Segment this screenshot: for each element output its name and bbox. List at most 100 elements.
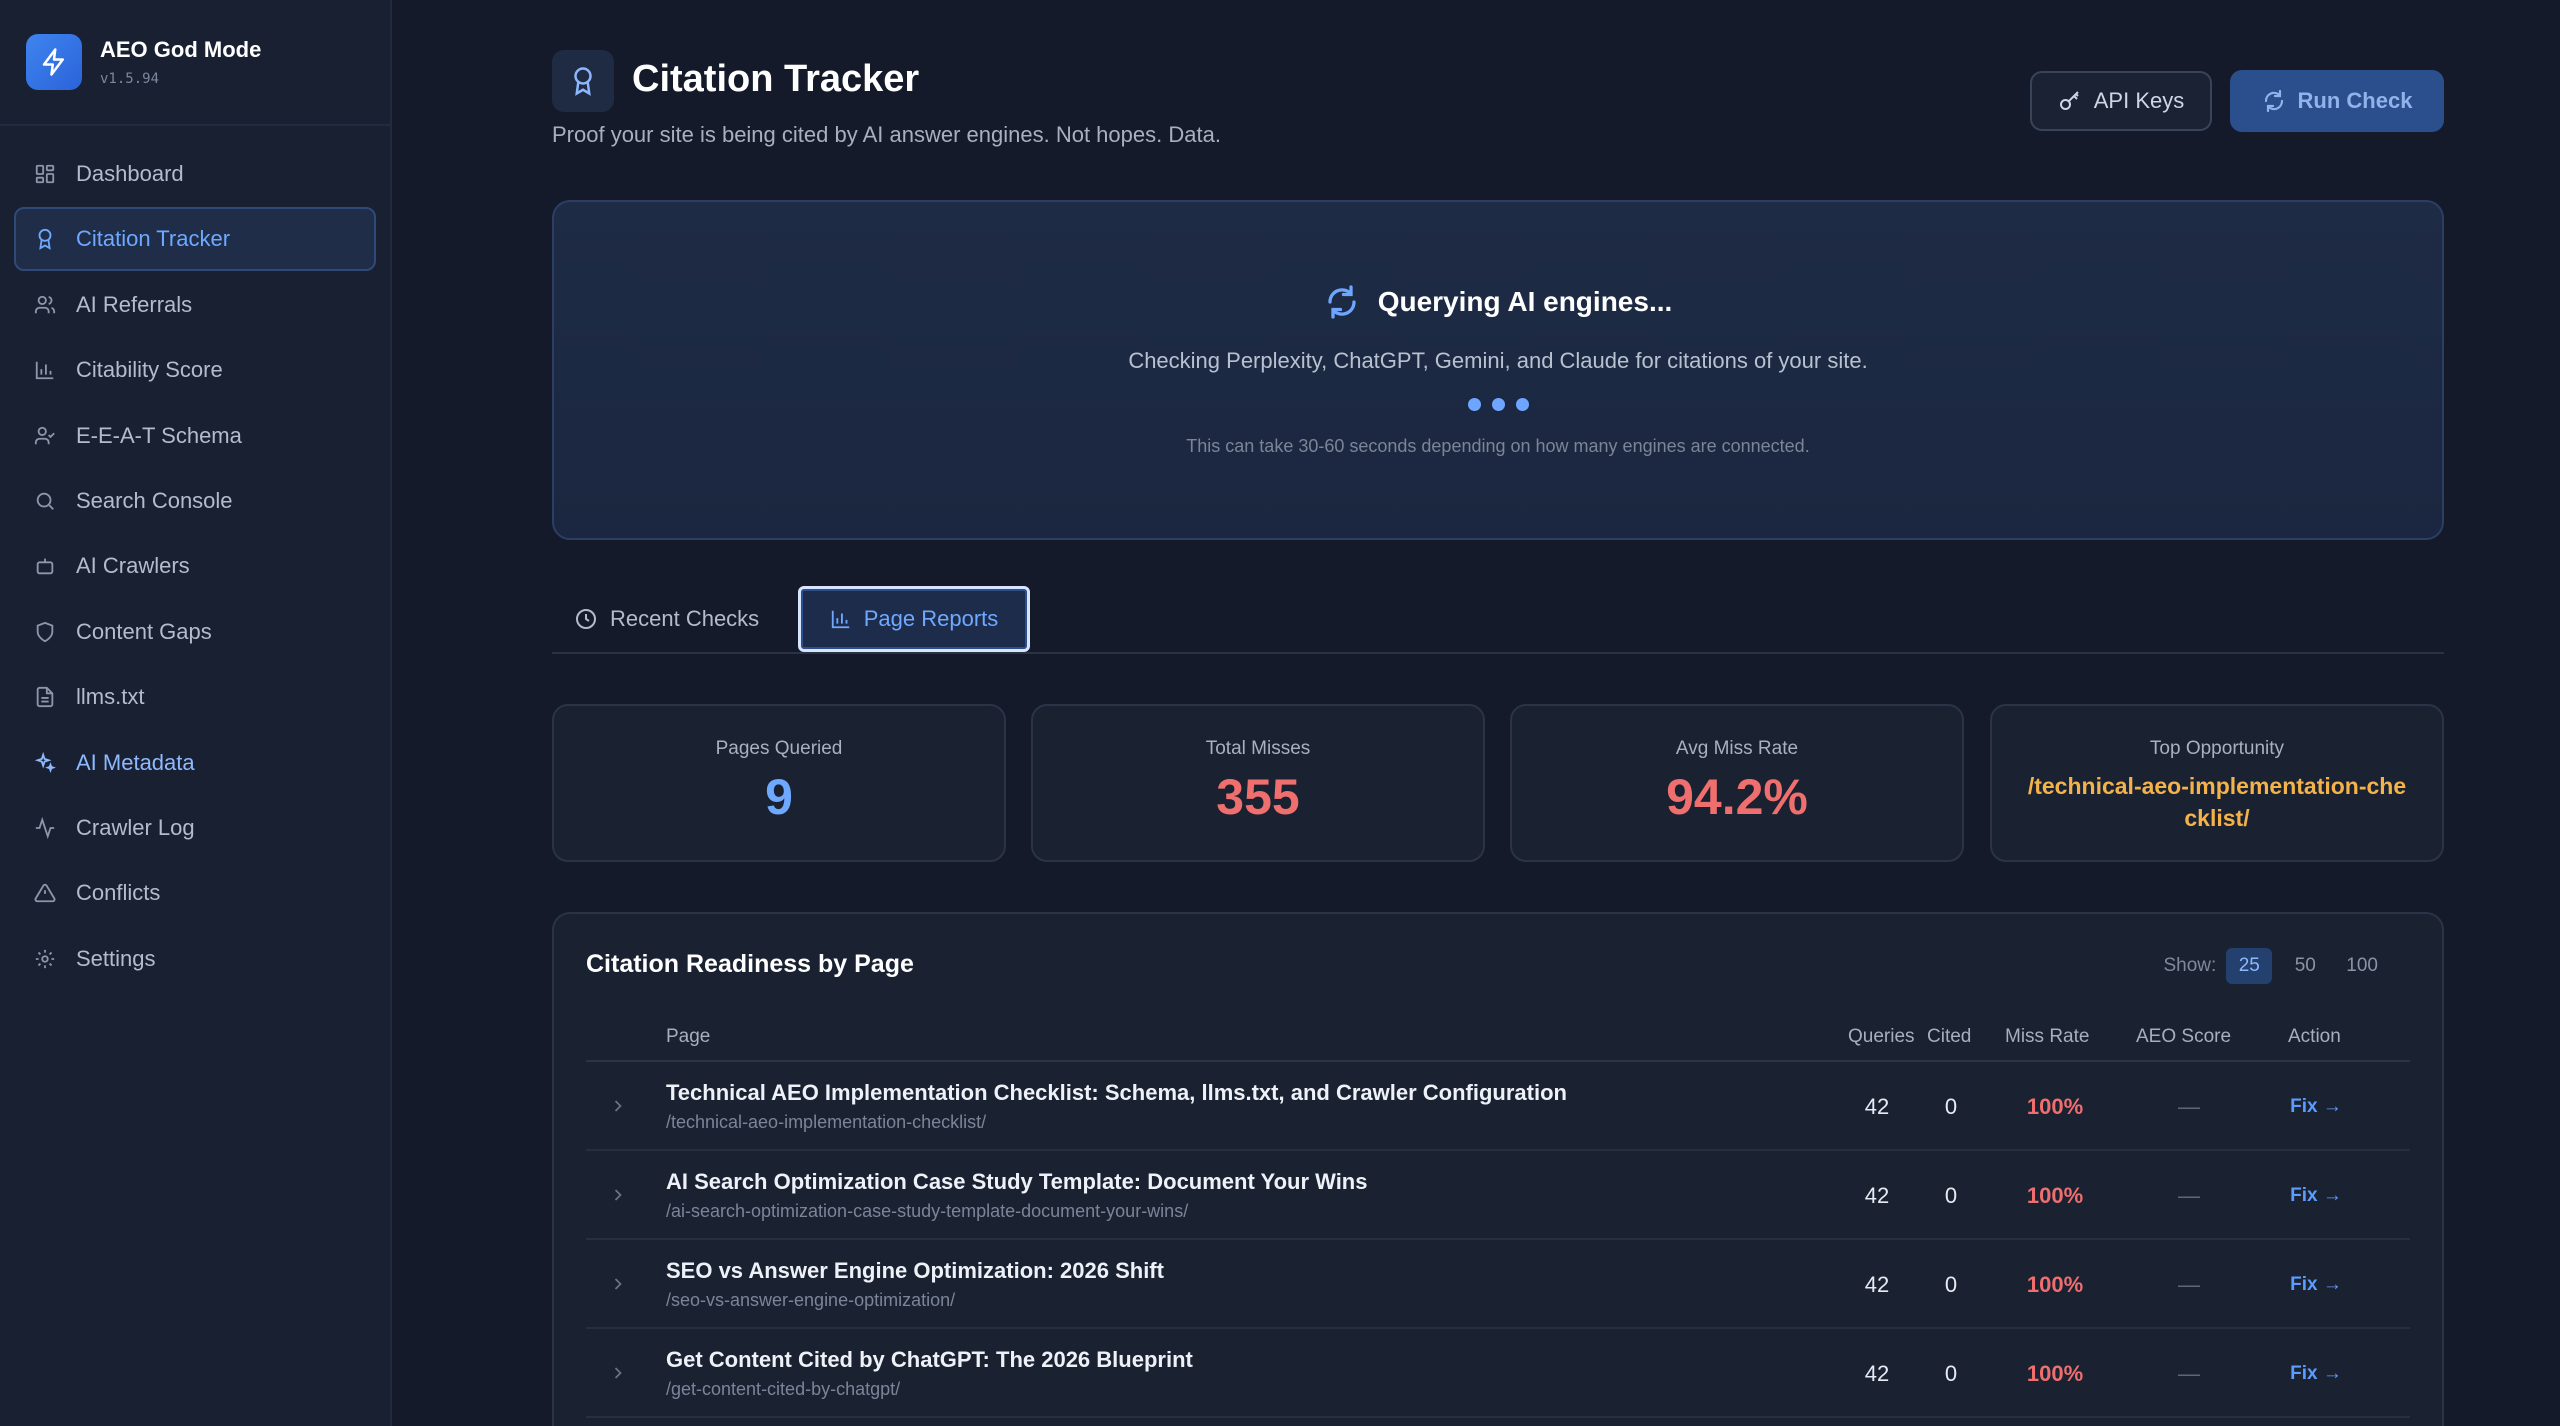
row-miss-rate: 100% bbox=[2026, 1272, 2084, 1297]
fix-link[interactable]: Fix → bbox=[2276, 1096, 2356, 1118]
award-icon bbox=[552, 50, 614, 112]
fix-link[interactable]: Fix → bbox=[2276, 1185, 2356, 1207]
sidebar-item-content-gaps[interactable]: Content Gaps bbox=[14, 600, 376, 664]
stat-value: 94.2% bbox=[1666, 769, 1808, 825]
stat-value[interactable]: /technical-aeo-implementation-checklist/ bbox=[2022, 770, 2412, 834]
brand-version: v1.5.94 bbox=[100, 71, 160, 87]
refresh-icon bbox=[2262, 89, 2286, 113]
stat-avg-miss-rate: Avg Miss Rate 94.2% bbox=[1510, 704, 1964, 862]
column-header-cited[interactable]: Cited bbox=[1927, 1026, 1971, 1048]
chevron-right-icon[interactable] bbox=[608, 1185, 628, 1205]
sidebar-item-settings[interactable]: Settings bbox=[14, 927, 376, 991]
sidebar-item-label: AI Crawlers bbox=[76, 553, 190, 579]
table-row[interactable]: AI Search Optimization Case Study Templa… bbox=[586, 1151, 2410, 1240]
citation-readiness-table: Citation Readiness by Page Show: 25 50 1… bbox=[552, 912, 2444, 1426]
sidebar-item-label: AI Referrals bbox=[76, 291, 193, 317]
fix-link[interactable]: Fix → bbox=[2276, 1363, 2356, 1385]
stat-value: 355 bbox=[1216, 769, 1300, 825]
user-check-icon bbox=[34, 425, 56, 447]
column-header-action: Action bbox=[2288, 1026, 2341, 1047]
row-cited: 0 bbox=[1944, 1183, 1958, 1208]
row-cited: 0 bbox=[1944, 1272, 1958, 1297]
row-queries: 42 bbox=[1864, 1272, 1890, 1297]
lightning-icon[interactable] bbox=[26, 34, 82, 90]
sidebar-item-label: Crawler Log bbox=[76, 814, 195, 840]
row-cited: 0 bbox=[1944, 1094, 1958, 1119]
row-page-path: /seo-vs-answer-engine-optimization/ bbox=[666, 1290, 956, 1310]
query-title: Querying AI engines... bbox=[554, 284, 2442, 320]
row-aeo-score: — bbox=[2178, 1272, 2200, 1297]
sidebar-item-ai-metadata[interactable]: AI Metadata bbox=[14, 731, 376, 795]
fix-link[interactable]: Fix → bbox=[2276, 1274, 2356, 1296]
table-title: Citation Readiness by Page bbox=[586, 950, 914, 978]
row-cited: 0 bbox=[1944, 1361, 1958, 1386]
tab-label: Page Reports bbox=[863, 606, 999, 631]
row-queries: 42 bbox=[1864, 1094, 1890, 1119]
sidebar-item-label: Settings bbox=[76, 945, 156, 971]
chevron-right-icon[interactable] bbox=[608, 1096, 628, 1116]
file-icon bbox=[34, 686, 56, 708]
table-row[interactable]: Get Content Cited by ChatGPT: The 2026 B… bbox=[586, 1329, 2410, 1418]
sidebar-item-conflicts[interactable]: Conflicts bbox=[14, 861, 376, 925]
chevron-right-icon[interactable] bbox=[608, 1274, 628, 1294]
loading-dot bbox=[1467, 398, 1481, 411]
sidebar-item-label: Content Gaps bbox=[76, 618, 212, 644]
loading-dot bbox=[1491, 398, 1505, 411]
run-check-button[interactable]: Run Check bbox=[2230, 70, 2444, 132]
column-header-queries[interactable]: Queries bbox=[1848, 1026, 1915, 1048]
sidebar-item-citability-score[interactable]: Citability Score bbox=[14, 338, 376, 402]
page-size-100[interactable]: 100 bbox=[2338, 948, 2386, 984]
query-description: Checking Perplexity, ChatGPT, Gemini, an… bbox=[1128, 348, 1868, 373]
sidebar-item-label: Dashboard bbox=[76, 161, 184, 186]
page-size-25[interactable]: 25 bbox=[2226, 948, 2273, 984]
column-header-page[interactable]: Page bbox=[666, 1026, 710, 1048]
gear-icon bbox=[34, 948, 56, 970]
sidebar-item-ai-crawlers[interactable]: AI Crawlers bbox=[14, 534, 376, 598]
column-header-aeo-score[interactable]: AEO Score bbox=[2136, 1026, 2231, 1048]
chevron-right-icon[interactable] bbox=[608, 1363, 628, 1383]
users-icon bbox=[34, 294, 56, 316]
stat-top-opportunity: Top Opportunity /technical-aeo-implement… bbox=[1990, 704, 2444, 862]
query-status-panel: Querying AI engines... Checking Perplexi… bbox=[552, 200, 2444, 540]
bot-icon bbox=[34, 555, 56, 577]
stat-value: 9 bbox=[765, 769, 793, 825]
run-check-label: Run Check bbox=[2297, 88, 2413, 113]
spinner-icon bbox=[1324, 284, 1360, 320]
sidebar-nav: Dashboard Citation Tracker AI Referrals … bbox=[0, 126, 390, 991]
table-row[interactable]: Technical AEO Implementation Checklist: … bbox=[586, 1062, 2410, 1151]
search-icon bbox=[34, 490, 56, 512]
row-miss-rate: 100% bbox=[2026, 1183, 2084, 1208]
row-aeo-score: — bbox=[2178, 1094, 2200, 1119]
loading-dots bbox=[554, 398, 2442, 411]
page-title: Citation Tracker bbox=[632, 58, 920, 100]
row-aeo-score: — bbox=[2178, 1361, 2200, 1386]
stats-row: Pages Queried 9 Total Misses 355 Avg Mis… bbox=[552, 704, 2444, 862]
sidebar-item-llms-txt[interactable]: llms.txt bbox=[14, 665, 376, 729]
stat-label: Avg Miss Rate bbox=[1675, 738, 1799, 759]
tab-page-reports[interactable]: Page Reports bbox=[798, 586, 1030, 652]
show-label: Show: bbox=[2163, 955, 2217, 976]
main-content: Citation Tracker Proof your site is bein… bbox=[552, 0, 2444, 1426]
row-aeo-score: — bbox=[2178, 1183, 2200, 1208]
sparkles-icon bbox=[34, 751, 56, 774]
sidebar-item-citation-tracker[interactable]: Citation Tracker bbox=[14, 207, 376, 272]
page-size-50[interactable]: 50 bbox=[2282, 948, 2328, 984]
api-keys-button[interactable]: API Keys bbox=[2030, 71, 2212, 131]
row-miss-rate: 100% bbox=[2026, 1094, 2084, 1119]
sidebar-item-eeat-schema[interactable]: E-E-A-T Schema bbox=[14, 404, 376, 468]
sidebar-item-dashboard[interactable]: Dashboard bbox=[14, 142, 376, 206]
page-subtitle: Proof your site is being cited by AI ans… bbox=[552, 122, 1221, 147]
column-header-miss-rate[interactable]: Miss Rate bbox=[2005, 1026, 2089, 1048]
sidebar-item-search-console[interactable]: Search Console bbox=[14, 469, 376, 533]
row-page-title: SEO vs Answer Engine Optimization: 2026 … bbox=[666, 1258, 1164, 1283]
tab-recent-checks[interactable]: Recent Checks bbox=[574, 586, 759, 652]
shield-icon bbox=[34, 621, 56, 643]
table-row[interactable]: SEO vs Answer Engine Optimization: 2026 … bbox=[586, 1240, 2410, 1329]
sidebar-item-crawler-log[interactable]: Crawler Log bbox=[14, 796, 376, 860]
row-page-path: /technical-aeo-implementation-checklist/ bbox=[666, 1112, 987, 1132]
grid-icon bbox=[34, 163, 56, 185]
sidebar-item-label: AI Metadata bbox=[76, 749, 195, 775]
sidebar-item-ai-referrals[interactable]: AI Referrals bbox=[14, 273, 376, 337]
page-header: Citation Tracker Proof your site is bein… bbox=[552, 0, 2444, 190]
stat-label: Pages Queried bbox=[715, 738, 843, 759]
